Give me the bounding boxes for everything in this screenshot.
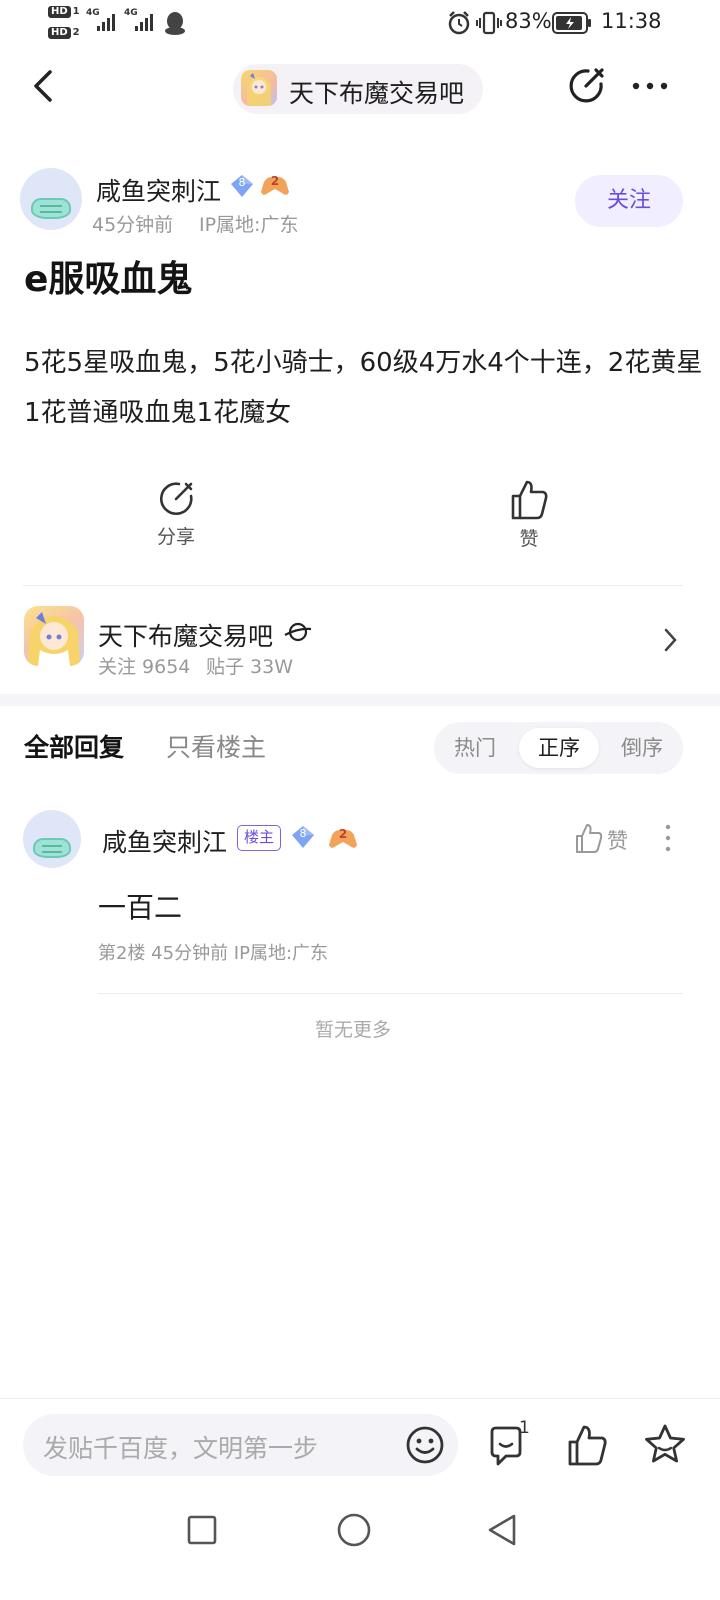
reply-like-label[interactable]: 赞	[607, 825, 628, 855]
vibrate-icon	[476, 11, 502, 35]
share-action-icon	[159, 482, 193, 516]
battery-icon	[552, 12, 591, 34]
post-ip: IP属地:广东	[199, 214, 299, 236]
reply-more-icon[interactable]	[661, 823, 675, 853]
reply-author-name[interactable]: 咸鱼突刺江	[102, 823, 227, 859]
forum-avatar-small	[241, 70, 277, 106]
sort-hot[interactable]: 热门	[440, 728, 510, 768]
section-separator	[0, 694, 720, 706]
qq-icon	[165, 12, 185, 35]
signal2-icon	[135, 14, 153, 31]
sort-toggle: 热门 正序 倒序	[434, 722, 683, 774]
no-more-label: 暂无更多	[314, 1019, 391, 1041]
system-nav-bar	[0, 1500, 720, 1600]
like-action[interactable]: 赞	[499, 478, 559, 551]
reply-input[interactable]: 发贴千百度，文明第一步	[23, 1414, 458, 1476]
chevron-right-icon	[664, 628, 677, 652]
post-body: 5花5星吸血鬼，5花小骑士，60级4万水4个十连，2花黄星1花普通吸血鬼1花魔女	[24, 348, 703, 428]
sim2-indicator: HD 2	[48, 27, 80, 39]
tab-op-only[interactable]: 只看楼主	[166, 728, 266, 764]
reply-meta: 第2楼 45分钟前 IP属地:广东	[98, 943, 329, 964]
author-name[interactable]: 咸鱼突刺江	[96, 172, 221, 208]
tab-all-replies[interactable]: 全部回复	[24, 728, 124, 764]
battery-percent: 83%	[505, 9, 552, 33]
post-time: 45分钟前	[92, 214, 174, 236]
forum-card-name: 天下布魔交易吧	[98, 622, 274, 651]
op-badge: 楼主	[237, 825, 282, 851]
bottom-bar-divider	[0, 1398, 720, 1399]
planet-icon	[284, 622, 312, 642]
post-title: e服吸血鬼	[24, 259, 193, 300]
reply-input-placeholder: 发贴千百度，文明第一步	[43, 1434, 319, 1463]
forum-title: 天下布魔交易吧	[289, 79, 465, 108]
forum-avatar	[24, 606, 84, 666]
reply-author-avatar[interactable]	[23, 810, 81, 868]
divider	[23, 585, 683, 586]
more-icon[interactable]	[630, 78, 670, 94]
like-action-label: 赞	[519, 528, 539, 550]
reply-divider	[98, 993, 683, 994]
comment-count: 1	[519, 1418, 530, 1438]
bottom-like-icon[interactable]	[566, 1422, 610, 1468]
status-bar: HD 1 HD 2 4G 4G 83% 11:38	[0, 0, 720, 48]
back-icon	[34, 70, 52, 102]
sim1-indicator: HD 1	[48, 6, 80, 18]
system-back-icon[interactable]	[484, 1512, 520, 1548]
forum-title-pill[interactable]: 天下布魔交易吧	[233, 64, 483, 114]
follow-button[interactable]: 关注	[575, 175, 683, 227]
sort-ascending[interactable]: 正序	[519, 728, 599, 768]
author-avatar[interactable]	[20, 168, 82, 230]
reply-content: 一百二	[98, 891, 183, 924]
reply-like-icon[interactable]	[574, 822, 604, 854]
gamepad-badge-number: 2	[270, 174, 280, 188]
forum-post-count: 贴子 33W	[206, 656, 294, 678]
home-icon[interactable]	[336, 1512, 372, 1548]
signal1-icon	[97, 14, 115, 31]
thumbs-up-icon	[511, 480, 548, 520]
reply-level-number: 8	[299, 827, 307, 840]
share-action-label: 分享	[156, 526, 195, 548]
emoji-icon[interactable]	[405, 1425, 445, 1465]
share-action[interactable]: 分享	[146, 480, 206, 549]
level-number: 8	[238, 176, 246, 189]
alarm-icon	[448, 11, 470, 35]
favorite-star-icon[interactable]	[642, 1422, 688, 1466]
sort-descending[interactable]: 倒序	[607, 728, 677, 768]
reply-gamepad-badge-number: 2	[338, 827, 348, 841]
recent-apps-icon[interactable]	[186, 1514, 218, 1546]
back-button[interactable]	[28, 66, 60, 106]
share-icon[interactable]	[566, 66, 606, 106]
forum-follow-count: 关注 9654	[98, 656, 191, 678]
clock: 11:38	[601, 9, 662, 33]
